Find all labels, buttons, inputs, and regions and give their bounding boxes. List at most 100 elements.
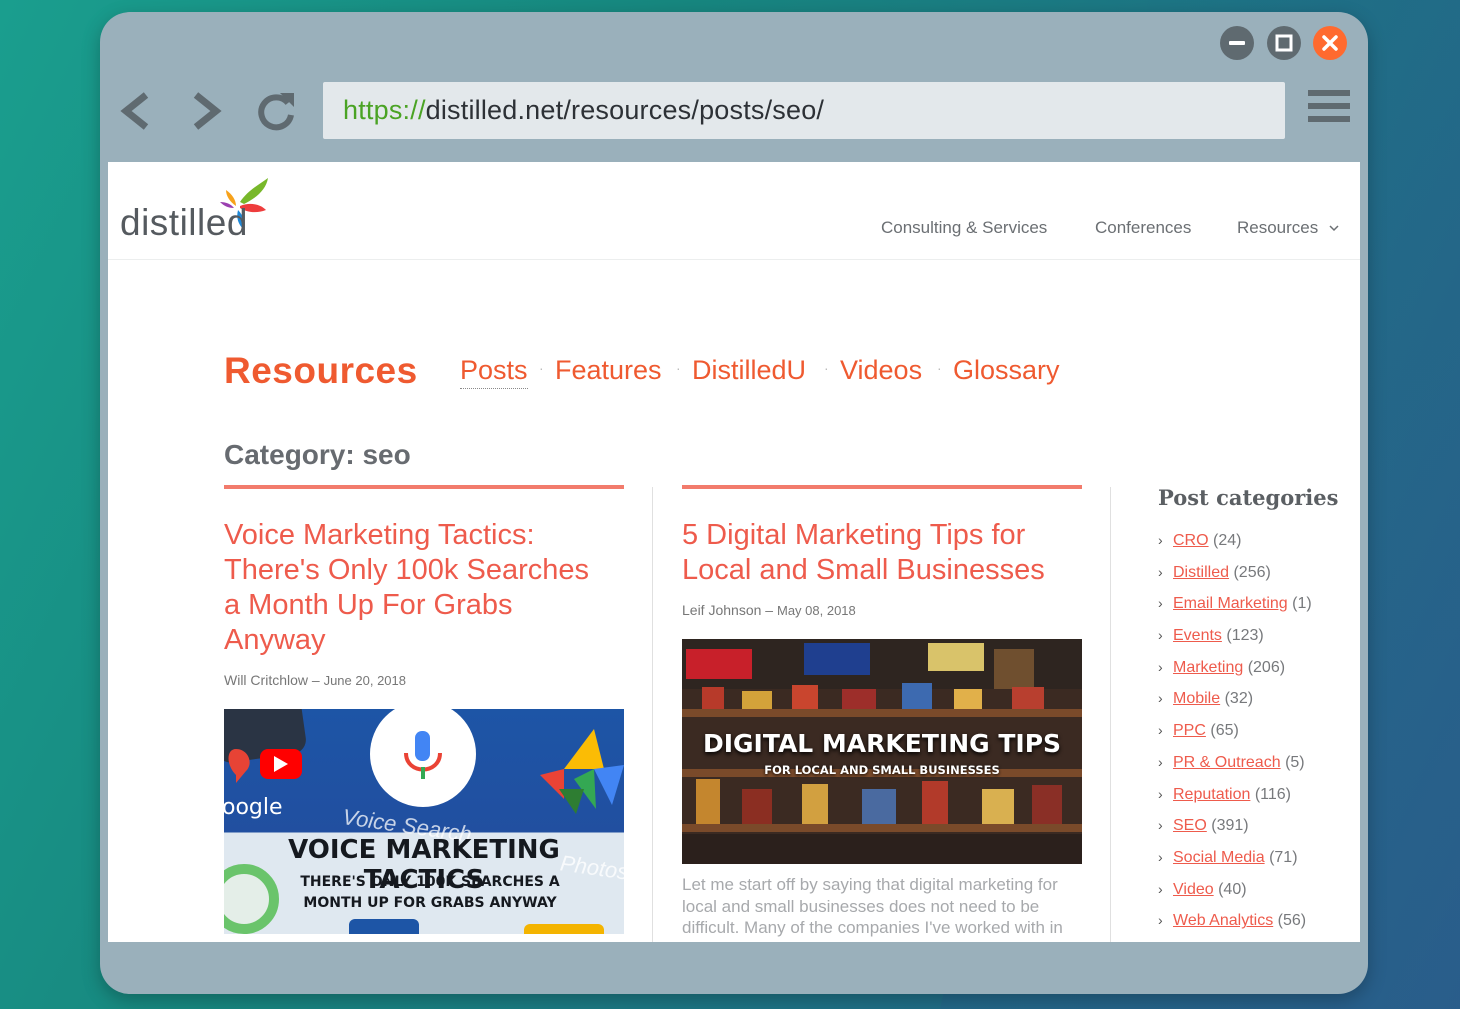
chevron-right-icon: › <box>1158 848 1163 865</box>
category-link-events[interactable]: Events <box>1173 627 1222 644</box>
nav-resources-label: Resources <box>1237 218 1319 237</box>
category-count: (5) <box>1285 753 1305 771</box>
post-title-line: Local and Small Businesses <box>682 554 1045 586</box>
post-title-link[interactable]: 5 Digital Marketing Tips for Local and S… <box>682 518 1102 588</box>
category-link-seo[interactable]: SEO <box>1173 817 1207 834</box>
post-excerpt: Let me start off by saying that digital … <box>682 874 1082 939</box>
nav-resources[interactable]: Resources <box>1237 218 1339 238</box>
category-item: › Mobile (32) <box>1158 690 1312 722</box>
chevron-right-icon: › <box>1158 627 1163 644</box>
tab-glossary[interactable]: Glossary <box>953 355 1060 386</box>
tab-separator: · <box>824 360 829 376</box>
reload-button[interactable] <box>252 87 300 135</box>
tab-separator: · <box>937 360 942 376</box>
category-item: › Email Marketing (1) <box>1158 595 1312 627</box>
category-link-pr-outreach[interactable]: PR & Outreach <box>1173 754 1281 771</box>
category-item: › Reputation (116) <box>1158 786 1312 818</box>
image-text-google: oogle <box>224 795 283 820</box>
hamburger-icon-bar <box>1308 103 1350 109</box>
post-author: Leif Johnson <box>682 602 762 618</box>
post-rule <box>682 485 1082 489</box>
post-rule <box>224 485 624 489</box>
category-count: (32) <box>1224 690 1254 708</box>
category-item: › Video (40) <box>1158 881 1312 913</box>
tab-videos[interactable]: Videos <box>840 355 922 386</box>
back-arrow-icon <box>120 92 149 130</box>
site-header: distilled Consulting & Services Conferen… <box>108 162 1360 260</box>
post-date: June 20, 2018 <box>323 673 406 688</box>
close-icon <box>1322 35 1338 51</box>
chevron-right-icon: › <box>1158 753 1163 770</box>
chevron-right-icon: › <box>1158 722 1163 739</box>
category-link-reputation[interactable]: Reputation <box>1173 786 1250 803</box>
forward-button[interactable] <box>182 87 230 135</box>
image-subline: FOR LOCAL AND SMALL BUSINESSES <box>764 763 1000 777</box>
tab-posts[interactable]: Posts <box>460 355 528 389</box>
image-headline: DIGITAL MARKETING TIPS <box>702 729 1062 758</box>
tab-features[interactable]: Features <box>555 355 662 386</box>
nav-conferences[interactable]: Conferences <box>1095 218 1191 238</box>
chevron-right-icon: › <box>1158 817 1163 834</box>
category-count: (256) <box>1233 563 1271 581</box>
post-title-link[interactable]: Voice Marketing Tactics: There's Only 10… <box>224 518 634 658</box>
category-heading: Category: seo <box>224 439 411 470</box>
browser-window: https://distilled.net/resources/posts/se… <box>100 12 1368 994</box>
close-button[interactable] <box>1313 26 1347 60</box>
category-count: (116) <box>1254 785 1292 803</box>
category-link-cro[interactable]: CRO <box>1173 532 1209 549</box>
category-item: › Marketing (206) <box>1158 659 1312 691</box>
post-meta: Leif Johnson – May 08, 2018 <box>682 602 856 618</box>
nav-consulting-services[interactable]: Consulting & Services <box>881 218 1047 238</box>
url-scheme: https:// <box>343 95 426 125</box>
url-path: distilled.net/resources/posts/seo/ <box>425 95 825 125</box>
category-item: › Events (123) <box>1158 627 1312 659</box>
category-link-distilled[interactable]: Distilled <box>1173 564 1229 581</box>
category-link-mobile[interactable]: Mobile <box>1173 690 1220 707</box>
chevron-down-icon <box>1329 224 1339 231</box>
category-count: (65) <box>1210 722 1239 740</box>
category-link-marketing[interactable]: Marketing <box>1173 659 1243 676</box>
post-title-line: 5 Digital Marketing Tips for <box>682 519 1026 551</box>
category-link-social-media[interactable]: Social Media <box>1173 849 1265 866</box>
distilled-logo[interactable]: distilled <box>120 168 280 243</box>
category-item: › SEO (391) <box>1158 817 1312 849</box>
tab-distilledu[interactable]: DistilledU <box>692 355 806 386</box>
hamburger-icon <box>1308 90 1350 96</box>
category-count: (1) <box>1292 595 1312 613</box>
post-date: May 08, 2018 <box>776 603 856 618</box>
minimize-button[interactable] <box>1220 26 1254 60</box>
category-count: (206) <box>1247 658 1286 676</box>
column-divider <box>652 487 653 942</box>
category-count: (40) <box>1218 880 1247 898</box>
back-button[interactable] <box>112 87 160 135</box>
sidebar-title: Post categories <box>1158 485 1339 510</box>
post-author: Will Critchlow <box>224 672 308 688</box>
hamburger-icon-bar <box>1308 116 1350 122</box>
category-link-email-marketing[interactable]: Email Marketing <box>1173 595 1288 612</box>
image-subline: THERE'S ONLY 100K SEARCHES A <box>300 874 560 890</box>
browser-menu-button[interactable] <box>1308 90 1350 126</box>
chevron-right-icon: › <box>1158 785 1163 802</box>
category-item: › CRO (24) <box>1158 532 1312 564</box>
post-thumbnail-voice-marketing[interactable]: oogle Voice Search Photos VOICE MARKETIN… <box>224 709 624 934</box>
post-meta: Will Critchlow – June 20, 2018 <box>224 672 406 688</box>
category-link-web-analytics[interactable]: Web Analytics <box>1173 912 1273 929</box>
category-link-video[interactable]: Video <box>1173 881 1214 898</box>
chevron-right-icon: › <box>1158 595 1163 612</box>
category-item: › PR & Outreach (5) <box>1158 754 1312 786</box>
excerpt-line: Let me start off by saying that digital … <box>682 875 1058 894</box>
category-item: › Social Media (71) <box>1158 849 1312 881</box>
post-title-line: Voice Marketing Tactics: <box>224 519 535 551</box>
post-title-line: There's Only 100k Searches <box>224 554 589 586</box>
address-bar[interactable]: https://distilled.net/resources/posts/se… <box>323 82 1285 139</box>
excerpt-line: local and small businesses does not need… <box>682 896 1040 916</box>
post-title-line: Anyway <box>224 624 326 656</box>
post-thumbnail-digital-marketing[interactable]: DIGITAL MARKETING TIPS FOR LOCAL AND SMA… <box>682 639 1082 864</box>
category-link-ppc[interactable]: PPC <box>1173 722 1206 739</box>
category-count: (24) <box>1213 532 1242 549</box>
maximize-button[interactable] <box>1267 26 1301 60</box>
chevron-right-icon: › <box>1158 563 1163 580</box>
post-title-line: a Month Up For Grabs <box>224 589 513 621</box>
reload-icon <box>258 93 294 131</box>
chevron-right-icon: › <box>1158 880 1163 897</box>
